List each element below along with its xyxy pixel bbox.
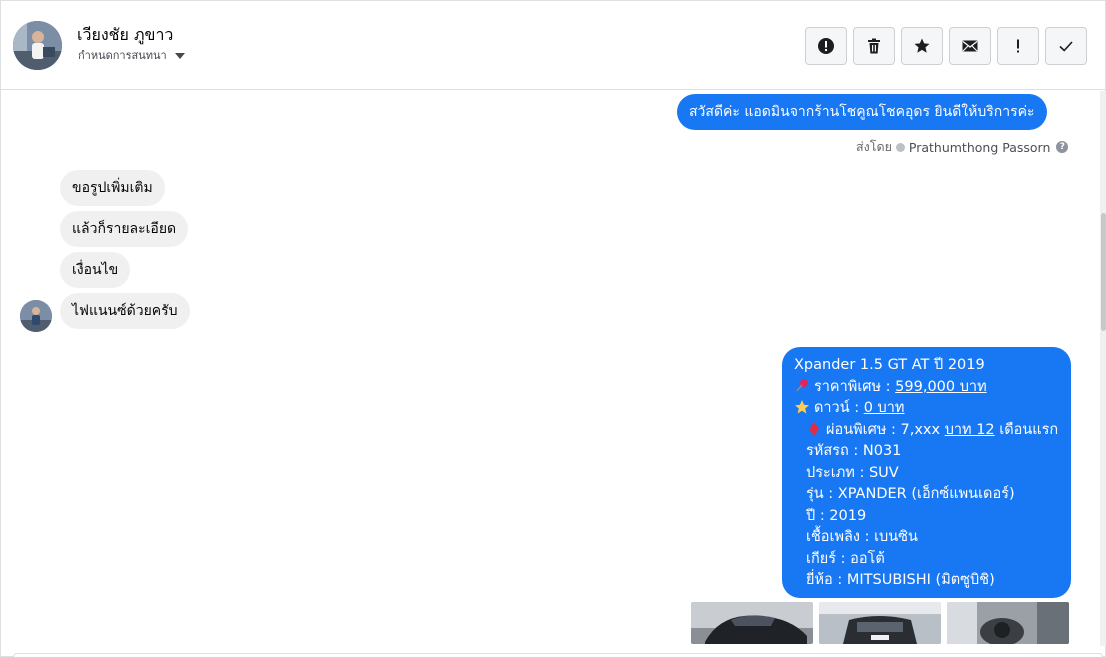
message-thread[interactable]: สวัสดีค่ะ แอดมินจากร้านโชคูณโชคอุดร ยินด… <box>1 91 1099 646</box>
conversation-settings-dropdown[interactable]: กำหนดการสนทนา <box>78 46 185 64</box>
incoming-message[interactable]: ไฟแนนซ์ด้วยครับ <box>60 293 190 329</box>
contact-avatar[interactable] <box>13 21 62 70</box>
caret-down-icon <box>174 52 185 59</box>
mark-done-button[interactable] <box>1045 27 1087 65</box>
envelope-icon <box>962 40 978 52</box>
down-value[interactable]: 0 บาท <box>864 400 905 416</box>
report-spam-button[interactable] <box>805 27 847 65</box>
star-icon <box>914 38 930 53</box>
installment-label: ผ่อนพิเศษ : 7,xxx <box>826 421 945 438</box>
conversation-header: เวียงชัย ภูขาว กำหนดการสนทนา <box>1 1 1105 90</box>
contact-avatar-small[interactable] <box>20 300 52 332</box>
incoming-message[interactable]: แล้วก็รายละเอียด <box>60 211 189 247</box>
message-composer[interactable] <box>13 653 1103 657</box>
price-label: ราคาพิเศษ : <box>814 378 896 395</box>
outgoing-message[interactable]: สวัสดีค่ะ แอดมินจากร้านโชคูณโชคอุดร ยินด… <box>677 94 1047 130</box>
car-photo[interactable] <box>691 602 813 644</box>
incoming-message[interactable]: ขอรูปเพิ่มเติม <box>60 170 165 206</box>
contact-name[interactable]: เวียงชัย ภูขาว <box>77 23 173 48</box>
follow-up-button[interactable] <box>997 27 1039 65</box>
listing-model: รุ่น : XPANDER (เอ็กซ์แพนเดอร์) <box>806 486 1015 502</box>
conversation-settings-label: กำหนดการสนทนา <box>78 49 167 62</box>
listing-title: Xpander 1.5 GT AT ปี 2019 <box>794 357 985 373</box>
installment-suffix: เดือนแรก <box>994 421 1059 438</box>
check-badge-icon <box>895 142 905 152</box>
listing-code: รหัสรถ : N031 <box>806 443 902 459</box>
thread-scrollbar[interactable] <box>1100 91 1106 646</box>
inbox-window: เวียงชัย ภูขาว กำหนดการสนทนา สวัสดีค่ะ แ… <box>0 0 1106 657</box>
listing-price-line: ราคาพิเศษ : 599,000 บาท <box>794 377 1059 399</box>
photo-attachments <box>691 602 1069 644</box>
trash-icon <box>868 38 880 54</box>
delete-button[interactable] <box>853 27 895 65</box>
star-emoji-icon <box>795 400 809 414</box>
sent-by-prefix: ส่งโดย <box>856 139 892 154</box>
listing-installment-line: ผ่อนพิเศษ : 7,xxx บาท 12 เดือนแรก <box>794 420 1059 442</box>
pushpin-icon <box>796 378 808 392</box>
star-button[interactable] <box>901 27 943 65</box>
alert-circle-icon <box>818 38 834 54</box>
down-label: ดาวน์ : <box>814 400 864 416</box>
listing-fuel: เชื้อเพลิง : เบนซิน <box>806 529 918 545</box>
installment-link[interactable]: บาท 12 <box>945 422 995 438</box>
sender-name[interactable]: Prathumthong Passorn <box>909 140 1051 155</box>
listing-year: ปี : 2019 <box>806 507 867 524</box>
mark-unread-button[interactable] <box>949 27 991 65</box>
listing-type: ประเภท : SUV <box>806 464 899 481</box>
price-value[interactable]: 599,000 บาท <box>895 379 986 395</box>
car-photo[interactable] <box>819 602 941 644</box>
car-listing-message[interactable]: Xpander 1.5 GT AT ปี 2019 ราคาพิเศษ : 59… <box>782 347 1071 598</box>
listing-gear: เกียร์ : ออโต้ <box>806 550 885 567</box>
listing-down-line: ดาวน์ : 0 บาท <box>794 398 1059 420</box>
conversation-toolbar <box>805 27 1087 65</box>
car-photo[interactable] <box>947 602 1069 644</box>
exclamation-icon <box>1017 39 1019 53</box>
incoming-message[interactable]: เงื่อนไข <box>60 252 131 288</box>
listing-brand: ยี่ห้อ : MITSUBISHI (มิตซูบิชิ) <box>806 572 995 588</box>
scrollbar-thumb[interactable] <box>1101 213 1106 331</box>
help-icon[interactable]: ? <box>1056 141 1069 153</box>
red-diamond-icon <box>809 421 819 436</box>
sent-by-info: ส่งโดย Prathumthong Passorn ? <box>856 137 1069 157</box>
check-icon <box>1059 41 1073 52</box>
